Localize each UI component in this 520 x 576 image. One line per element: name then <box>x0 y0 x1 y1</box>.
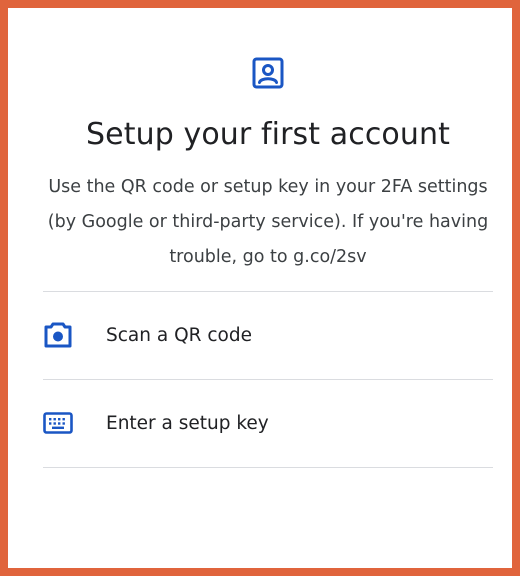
scan-qr-code-option[interactable]: Scan a QR code <box>43 292 493 378</box>
camera-icon <box>43 320 73 350</box>
app-window: Setup your first account Use the QR code… <box>0 0 520 576</box>
page-description: Use the QR code or setup key in your 2FA… <box>47 177 489 267</box>
option-label: Scan a QR code <box>106 324 252 346</box>
option-label: Enter a setup key <box>106 412 269 434</box>
divider <box>43 467 493 468</box>
page-title: Setup your first account <box>86 117 450 152</box>
account-box-icon <box>251 56 285 90</box>
keyboard-icon <box>43 408 73 438</box>
enter-setup-key-option[interactable]: Enter a setup key <box>43 380 493 466</box>
